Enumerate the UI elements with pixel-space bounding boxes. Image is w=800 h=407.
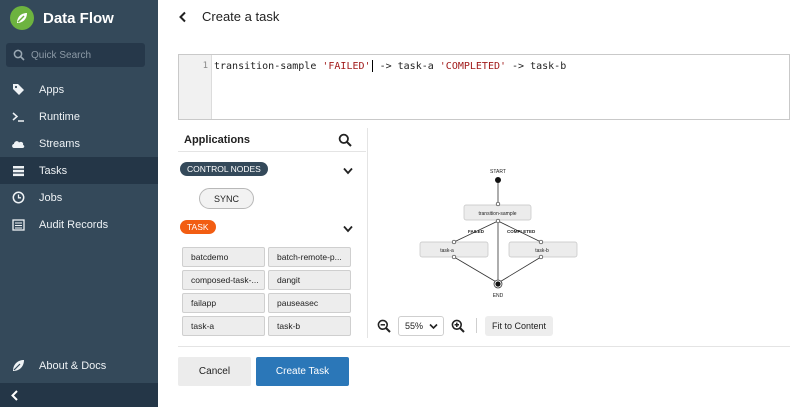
node-port[interactable] [538,239,544,245]
sync-node[interactable]: SYNC [199,188,254,209]
search-icon[interactable] [338,133,352,147]
sidebar-item-label: Jobs [39,191,63,204]
line-number: 1 [202,61,208,71]
task-a-node[interactable] [419,241,489,258]
node-label: transition-sample [478,211,516,217]
server-icon [11,164,25,178]
tag-icon [11,83,25,97]
footer-divider [178,346,790,347]
code-string-token: 'FAILED' [322,61,371,72]
graph-edge [453,256,499,284]
fit-to-content-button[interactable]: Fit to Content [485,316,553,336]
search-placeholder: Quick Search [31,49,92,61]
code-token: transition-sample [214,61,323,72]
quick-search-input[interactable]: Quick Search [6,43,145,67]
collapse-sidebar-button[interactable] [0,383,158,407]
app-title: Data Flow [43,9,114,27]
app-tile-composed-task[interactable]: composed-task-... [182,270,265,290]
brand[interactable]: Data Flow [10,5,114,31]
sidebar-item-audit-records[interactable]: Audit Records [0,211,158,238]
node-port[interactable] [451,239,457,245]
node-port[interactable] [495,201,501,207]
sidebar-item-runtime[interactable]: Runtime [0,103,158,130]
code-line[interactable]: transition-sample 'FAILED' -> task-a 'CO… [214,60,566,72]
zoom-out-icon[interactable] [377,319,391,333]
terminal-icon [11,110,25,124]
cancel-button[interactable]: Cancel [178,357,251,386]
app-tile-batcdemo[interactable]: batcdemo [182,247,265,267]
cloud-icon [11,137,25,151]
toolbar-divider [476,318,477,333]
completed-transition-label: COMPLETED [507,229,536,234]
page-title: Create a task [202,9,280,24]
node-port[interactable] [495,218,501,224]
start-label: START [490,169,506,175]
clock-icon [11,191,25,205]
app-tile-pauseasec[interactable]: pauseasec [268,293,351,313]
sidebar-item-label: Audit Records [39,218,109,231]
sidebar-item-label: About & Docs [39,359,107,372]
task-graph-canvas[interactable]: START transition-sample FAILED COMPLETED… [369,128,790,308]
code-token: -> task-a [373,61,440,72]
control-nodes-group-badge: CONTROL NODES [180,162,268,176]
panel-divider [367,128,368,338]
end-label: END [493,293,504,299]
sidebar: Data Flow Quick Search Apps Runtime Stre… [0,0,158,407]
node-port[interactable] [451,254,457,260]
leaf-icon [11,359,25,373]
sidebar-item-about-docs[interactable]: About & Docs [0,352,158,379]
zoom-value: 55% [405,321,424,331]
sidebar-item-apps[interactable]: Apps [0,76,158,103]
spring-leaf-logo-icon [10,6,34,30]
sidebar-item-jobs[interactable]: Jobs [0,184,158,211]
sidebar-item-streams[interactable]: Streams [0,130,158,157]
sidebar-item-label: Streams [39,137,80,150]
end-node[interactable] [495,281,501,287]
node-label: task-b [535,248,549,254]
chevron-down-icon[interactable] [342,166,354,176]
sidebar-item-label: Tasks [39,164,68,177]
search-icon [13,49,25,61]
create-task-button[interactable]: Create Task [256,357,349,386]
applications-title: Applications [184,134,251,146]
task-group-badge: TASK [180,220,216,234]
task-dsl-editor[interactable]: 1 transition-sample 'FAILED' -> task-a '… [178,54,790,120]
editor-gutter: 1 [179,55,212,119]
graph-edge [497,256,542,284]
node-label: task-a [440,248,454,254]
chevron-left-icon [11,389,18,401]
sidebar-item-label: Apps [39,83,65,96]
back-button[interactable] [178,9,192,25]
failed-transition-label: FAILED [468,229,485,234]
code-string-token: 'COMPLETED' [439,61,507,72]
chevron-down-icon[interactable] [342,224,354,234]
text-cursor [371,60,373,72]
app-tile-task-b[interactable]: task-b [268,316,351,336]
app-tile-task-a[interactable]: task-a [182,316,265,336]
applications-header: Applications [178,128,366,152]
zoom-in-icon[interactable] [451,319,465,333]
chevron-down-icon [429,323,438,330]
code-token: -> task-b [506,61,567,72]
sidebar-item-label: Runtime [39,110,80,123]
app-tile-failapp[interactable]: failapp [182,293,265,313]
chevron-left-icon [179,11,186,23]
node-port[interactable] [538,254,544,260]
sidebar-item-tasks[interactable]: Tasks [0,157,158,184]
app-tile-batch-remote[interactable]: batch-remote-p... [268,247,351,267]
zoom-select[interactable]: 55% [398,316,444,336]
list-icon [11,218,25,232]
start-node[interactable] [495,177,501,183]
app-tile-dangit[interactable]: dangit [268,270,351,290]
